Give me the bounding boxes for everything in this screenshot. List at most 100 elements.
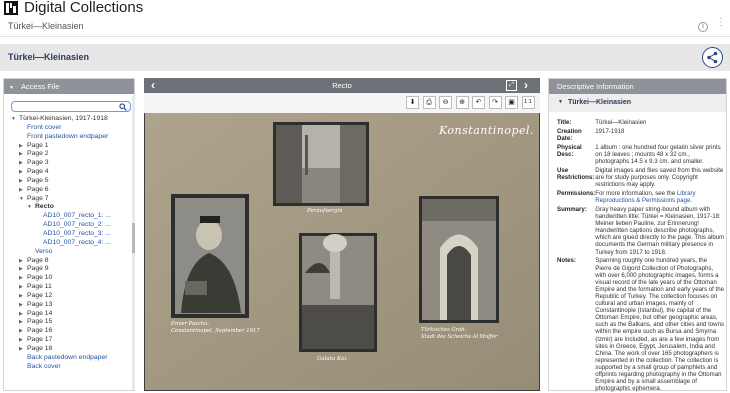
collapsed-toggle-icon[interactable]: ▶ [19, 292, 27, 301]
tree-item-label[interactable]: AD10_007_recto_4: ... [43, 239, 111, 246]
fullscreen-icon[interactable]: ⤢ [506, 80, 517, 91]
tree-item[interactable]: ▶ Page 2 [4, 150, 134, 159]
collapsed-toggle-icon[interactable]: ▶ [19, 301, 27, 310]
more-options-icon[interactable]: ⋮ [716, 18, 726, 33]
tree-item[interactable]: ▶ Page 10 [4, 274, 134, 283]
tree-item[interactable]: Back pastedown endpaper [4, 354, 134, 363]
rotate-left-icon[interactable]: ↶ [472, 96, 485, 109]
info-icon[interactable]: i [698, 22, 708, 32]
collapsed-toggle-icon[interactable]: ▶ [19, 336, 27, 345]
collapsed-toggle-icon[interactable]: ▶ [19, 186, 27, 195]
zoom-in-icon[interactable]: ⊕ [455, 96, 469, 109]
tree-item[interactable]: ▶ Page 15 [4, 318, 134, 327]
tree-item[interactable]: AD10_007_recto_1: ... [4, 212, 134, 221]
tree-item-label[interactable]: Page 16 [27, 327, 52, 334]
tree-item[interactable]: ▶ Page 11 [4, 283, 134, 292]
tree-item-label[interactable]: Page 10 [27, 274, 52, 281]
next-page-icon[interactable]: › [524, 78, 528, 93]
zoom-out-icon[interactable]: ⊖ [439, 96, 452, 109]
tree-scrollbar-thumb[interactable] [132, 223, 135, 253]
tree-item-label[interactable]: Page 11 [27, 283, 52, 290]
tree-item[interactable]: ▶ Page 1 [4, 142, 134, 151]
tree-item[interactable]: AD10_007_recto_3: ... [4, 230, 134, 239]
collapsed-toggle-icon[interactable]: ▶ [19, 159, 27, 168]
tree-item[interactable]: ▶ Page 17 [4, 336, 134, 345]
tree-item-label[interactable]: Page 17 [27, 336, 52, 343]
prev-page-icon[interactable]: ‹ [151, 78, 155, 93]
tree-item[interactable]: ▶ Page 6 [4, 186, 134, 195]
tree-item-label[interactable]: Recto [35, 203, 54, 210]
tree-item[interactable]: AD10_007_recto_2: ... [4, 221, 134, 230]
collapsed-toggle-icon[interactable]: ▶ [19, 345, 27, 354]
search-icon[interactable] [119, 103, 127, 111]
tree-item[interactable]: ▶ Page 5 [4, 177, 134, 186]
actual-size-icon[interactable]: 1:1 [521, 96, 535, 109]
collapsed-toggle-icon[interactable]: ▶ [19, 318, 27, 327]
tree-item-label[interactable]: AD10_007_recto_3: ... [43, 230, 111, 237]
album-page-image[interactable]: Konstantinopel. Enver Pascha. Constantin… [145, 113, 539, 390]
tree-item[interactable]: ▶ Page 3 [4, 159, 134, 168]
tree-item-label[interactable]: Page 6 [27, 186, 49, 193]
tree-item[interactable]: ▶ Page 14 [4, 310, 134, 319]
search-input[interactable] [11, 101, 131, 112]
tree-item-label[interactable]: Page 4 [27, 168, 49, 175]
tree-item[interactable]: Back cover [4, 363, 134, 372]
tree-item-label[interactable]: Page 13 [27, 301, 52, 308]
tree-item-label[interactable]: Page 15 [27, 318, 52, 325]
tree-item[interactable]: ▶ Page 18 [4, 345, 134, 354]
fit-page-icon[interactable]: ▣ [505, 96, 518, 109]
print-icon[interactable]: ⎙ [422, 96, 436, 109]
tree-item-label[interactable]: Page 2 [27, 150, 49, 157]
tree-item-label[interactable]: Verso [35, 248, 52, 255]
collapsed-toggle-icon[interactable]: ▶ [19, 283, 27, 292]
tree-item[interactable]: ▼ Page 7 [4, 195, 134, 204]
collapsed-toggle-icon[interactable]: ▶ [19, 310, 27, 319]
tree-item-label[interactable]: Back cover [27, 363, 61, 370]
tree-item-label[interactable]: Back pastedown endpaper [27, 354, 108, 361]
tree-item-label[interactable]: Türkei-Kleinasien, 1917-1918 [19, 115, 108, 122]
tree-item-label[interactable]: AD10_007_recto_1: ... [43, 212, 111, 219]
tree-item[interactable]: ▶ Page 16 [4, 327, 134, 336]
tree-item[interactable]: AD10_007_recto_4: ... [4, 239, 134, 248]
share-button[interactable] [702, 47, 723, 68]
collapsed-toggle-icon[interactable]: ▶ [19, 265, 27, 274]
tree-item-label[interactable]: Page 5 [27, 177, 49, 184]
tree-item[interactable]: ▶ Page 4 [4, 168, 134, 177]
rotate-right-icon[interactable]: ↷ [488, 96, 502, 109]
tree-item-label[interactable]: Page 14 [27, 310, 52, 317]
expanded-toggle-icon[interactable]: ▼ [11, 115, 19, 124]
tree-item[interactable]: ▶ Page 13 [4, 301, 134, 310]
access-file-header[interactable]: ▼ Access File [4, 79, 134, 94]
record-section-header[interactable]: ▼ Türkei—Kleinasien [549, 94, 726, 112]
collapsed-toggle-icon[interactable]: ▶ [19, 150, 27, 159]
collapsed-toggle-icon[interactable]: ▶ [19, 327, 27, 336]
getty-logo-icon[interactable] [4, 1, 18, 15]
tree-item[interactable]: Front pastedown endpaper [4, 133, 134, 142]
brand-title[interactable]: Digital Collections [24, 0, 143, 16]
tree-item[interactable]: ▼ Türkei-Kleinasien, 1917-1918 [4, 115, 134, 124]
tree-item-label[interactable]: Page 3 [27, 159, 49, 166]
tree-item-label[interactable]: Front pastedown endpaper [27, 133, 108, 140]
tree-item-label[interactable]: AD10_007_recto_2: ... [43, 221, 111, 228]
tree-item-label[interactable]: Page 9 [27, 265, 49, 272]
tree-item-label[interactable]: Page 12 [27, 292, 52, 299]
collapsed-toggle-icon[interactable]: ▶ [19, 177, 27, 186]
tree-item[interactable]: ▶ Page 8 [4, 257, 134, 266]
tree-item-label[interactable]: Front cover [27, 124, 61, 131]
collapsed-toggle-icon[interactable]: ▶ [19, 257, 27, 266]
tree-item[interactable]: ▶ Page 9 [4, 265, 134, 274]
tree-item-label[interactable]: Page 18 [27, 345, 52, 352]
tree-item[interactable]: ▼ Recto [4, 203, 134, 212]
tree-item[interactable]: ▶ Page 12 [4, 292, 134, 301]
tree-item-label[interactable]: Page 8 [27, 257, 49, 264]
tree-item-label[interactable]: Page 7 [27, 195, 49, 202]
tree-item[interactable]: Front cover [4, 124, 134, 133]
tree-item[interactable]: Verso [4, 248, 134, 257]
expanded-toggle-icon[interactable]: ▼ [27, 203, 35, 212]
tree-item-label[interactable]: Page 1 [27, 142, 49, 149]
expanded-toggle-icon[interactable]: ▼ [19, 195, 27, 204]
download-icon[interactable]: ⬇ [406, 96, 419, 109]
collapsed-toggle-icon[interactable]: ▶ [19, 168, 27, 177]
collapsed-toggle-icon[interactable]: ▶ [19, 274, 27, 283]
collapsed-toggle-icon[interactable]: ▶ [19, 142, 27, 151]
